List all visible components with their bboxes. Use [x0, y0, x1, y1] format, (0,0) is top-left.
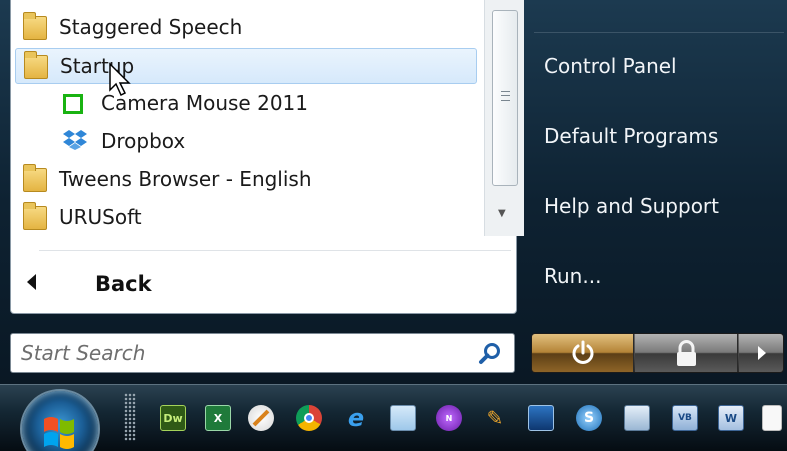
desktop-icon[interactable]	[528, 405, 554, 431]
program-staggered-speech[interactable]: Staggered Speech	[15, 10, 477, 46]
chrome-icon[interactable]	[296, 405, 322, 431]
search-input[interactable]	[21, 339, 461, 367]
scroll-thumb[interactable]	[492, 10, 518, 186]
program-tweens-browser[interactable]: Tweens Browser - English	[15, 162, 477, 198]
start-orb-button[interactable]	[20, 389, 100, 451]
scroll-down-arrow-icon[interactable]: ▼	[498, 208, 506, 219]
vb-icon[interactable]: VB	[672, 405, 698, 431]
back-button[interactable]: Back	[95, 272, 152, 296]
power-button[interactable]	[532, 334, 634, 372]
divider	[534, 32, 784, 33]
word-icon[interactable]: W	[718, 405, 744, 431]
program-dropbox[interactable]: Dropbox	[15, 124, 477, 160]
nvu-icon[interactable]: N	[436, 405, 462, 431]
program-label: Tweens Browser - English	[59, 167, 312, 191]
chevron-right-icon	[758, 346, 766, 360]
tools-icon[interactable]: ✎	[482, 405, 508, 431]
ie-icon[interactable]: e	[343, 404, 369, 432]
start-search-box	[10, 333, 515, 373]
dreamweaver-icon[interactable]: Dw	[160, 405, 186, 431]
window-icon[interactable]	[624, 405, 650, 431]
program-urusoft[interactable]: URUSoft	[15, 200, 477, 236]
taskbar-grip[interactable]	[124, 393, 136, 441]
program-startup[interactable]: Startup	[15, 48, 477, 84]
folder-icon	[23, 164, 47, 192]
programs-scrollbar[interactable]: ▼	[484, 0, 524, 236]
program-label: Staggered Speech	[59, 15, 243, 39]
control-panel-link[interactable]: Control Panel	[544, 54, 677, 78]
dropbox-icon	[63, 128, 87, 152]
paint-icon[interactable]	[248, 405, 274, 431]
back-arrow-icon	[27, 274, 36, 290]
grip-icon	[501, 91, 510, 101]
right-pane: Control Panel Default Programs Help and …	[524, 0, 787, 316]
dreamweaver-label: Dw	[163, 411, 183, 425]
folder-icon	[24, 51, 48, 79]
power-icon	[572, 340, 594, 364]
camera-mouse-icon	[63, 94, 83, 114]
program-label: Dropbox	[101, 129, 186, 153]
lock-button[interactable]	[635, 334, 738, 372]
document-icon[interactable]	[762, 405, 782, 431]
shutdown-options-button[interactable]	[739, 334, 783, 372]
cursor-icon	[109, 62, 131, 97]
folder-icon	[23, 12, 47, 40]
run-link[interactable]: Run...	[544, 264, 601, 288]
sync-icon[interactable]: S	[576, 405, 602, 431]
windows-logo-icon	[44, 417, 74, 449]
search-icon[interactable]	[478, 341, 504, 367]
power-controls	[531, 333, 784, 373]
notepad-icon[interactable]	[390, 405, 416, 431]
divider	[39, 250, 511, 251]
taskbar: Dw X e N ✎ S VB W	[0, 384, 787, 451]
help-and-support-link[interactable]: Help and Support	[544, 194, 719, 218]
programs-panel: Staggered Speech Startup Camera Mouse 20…	[10, 0, 524, 314]
default-programs-link[interactable]: Default Programs	[544, 124, 718, 148]
folder-icon	[23, 202, 47, 230]
excel-icon[interactable]: X	[205, 405, 231, 431]
lock-icon	[677, 340, 696, 366]
program-camera-mouse[interactable]: Camera Mouse 2011	[15, 86, 477, 122]
program-label: URUSoft	[59, 205, 142, 229]
